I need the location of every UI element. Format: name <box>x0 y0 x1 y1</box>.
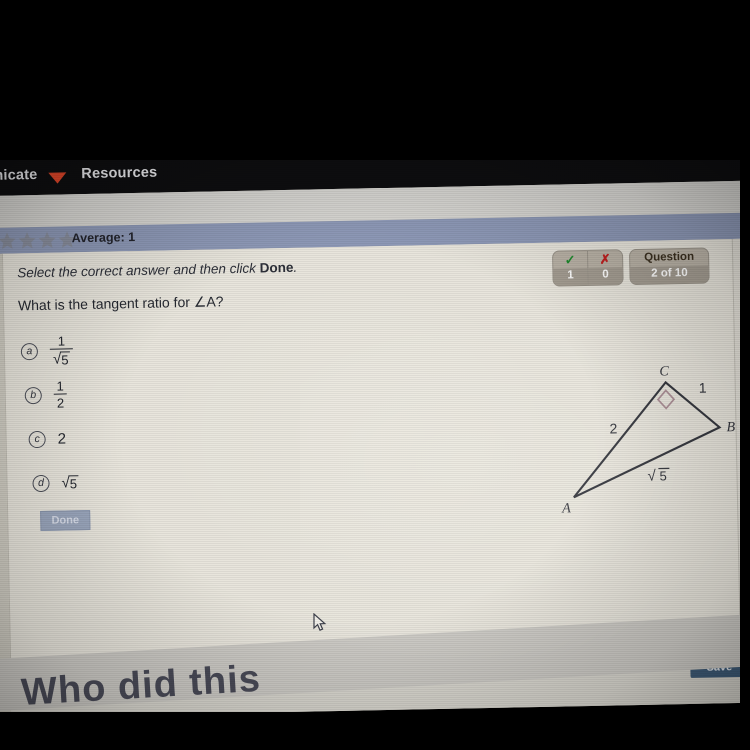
vertex-label-B: B <box>726 420 735 435</box>
option-a-value: 1 √ 5 <box>49 333 74 368</box>
option-a[interactable]: a 1 √ 5 <box>20 328 76 373</box>
side-label-AB: √ 5 <box>647 468 670 485</box>
fraction-1-over-sqrt5: 1 √ 5 <box>49 333 74 368</box>
chevron-down-icon[interactable] <box>48 172 67 184</box>
radicand: 5 <box>60 351 71 368</box>
letterbox-bottom <box>0 712 750 750</box>
fraction-1-over-2: 1 2 <box>53 378 68 411</box>
fraction-numerator: 1 <box>57 333 66 349</box>
option-c-value: 2 <box>57 429 67 448</box>
vertex-label-A: A <box>561 501 571 516</box>
option-b[interactable]: b 1 2 <box>24 372 77 417</box>
mouse-pointer-icon <box>313 612 329 633</box>
photo-of-screen: nicate Resources Average: 1 Select the c… <box>0 0 750 750</box>
answer-options: a 1 √ 5 b 1 2 c 2 d √ 5 <box>20 328 80 505</box>
star-icon-4[interactable] <box>37 231 56 249</box>
side-label-AC: 2 <box>609 420 617 436</box>
question-progress: Question 2 of 10 <box>628 247 710 286</box>
star-rating[interactable] <box>0 230 77 250</box>
letterbox-top <box>0 0 750 160</box>
fraction-denominator: √ 5 <box>49 348 74 368</box>
svg-text:√: √ <box>647 468 656 485</box>
incorrect-count: 0 <box>588 267 623 286</box>
option-d[interactable]: d √ 5 <box>32 460 80 505</box>
sqrt-expression: √ 5 <box>53 351 71 368</box>
check-icon: ✓ <box>564 252 576 268</box>
triangle-diagram: A C B 2 1 √ 5 <box>553 359 746 523</box>
quiz-panel: Select the correct answer and then click… <box>1 238 750 664</box>
fraction-numerator: 1 <box>56 378 64 394</box>
question-progress-label: Question <box>644 250 695 264</box>
incorrect-column: ✗ 0 <box>586 250 623 286</box>
done-button[interactable]: Done <box>40 509 91 531</box>
fraction-denominator: 2 <box>53 393 68 411</box>
option-c[interactable]: c 2 <box>28 416 78 461</box>
svg-text:5: 5 <box>659 468 667 483</box>
option-d-value: √ 5 <box>61 474 80 491</box>
question-text: What is the tangent ratio for ∠A? <box>17 293 224 314</box>
radio-d[interactable]: d <box>32 474 50 492</box>
score-tally: ✓ 1 ✗ 0 <box>551 249 624 287</box>
side-label-CB: 1 <box>699 380 707 396</box>
vertex-label-C: C <box>659 364 669 379</box>
instruction-prefix: Select the correct answer and then click <box>17 260 260 281</box>
correct-count: 1 <box>553 268 588 286</box>
option-b-value: 1 2 <box>53 378 68 411</box>
instruction-bold-done: Done <box>259 259 294 276</box>
instruction-text: Select the correct answer and then click… <box>17 260 297 281</box>
sqrt-expression: √ 5 <box>61 474 80 491</box>
instruction-suffix: . <box>293 259 298 275</box>
nav-item-communicate[interactable]: nicate <box>0 167 38 184</box>
radicand: 5 <box>68 474 80 491</box>
score-box: ✓ 1 ✗ 0 Question 2 of 10 <box>551 247 710 287</box>
x-icon: ✗ <box>599 251 611 267</box>
rating-average-label: Average: 1 <box>71 230 136 246</box>
star-icon-3[interactable] <box>17 231 36 249</box>
question-progress-count: 2 of 10 <box>630 265 709 284</box>
correct-column: ✓ 1 <box>553 251 588 286</box>
radio-b[interactable]: b <box>24 386 42 404</box>
star-icon-2[interactable] <box>0 231 17 249</box>
radio-a[interactable]: a <box>20 342 39 360</box>
radio-c[interactable]: c <box>28 430 46 448</box>
nav-item-resources[interactable]: Resources <box>81 165 157 183</box>
